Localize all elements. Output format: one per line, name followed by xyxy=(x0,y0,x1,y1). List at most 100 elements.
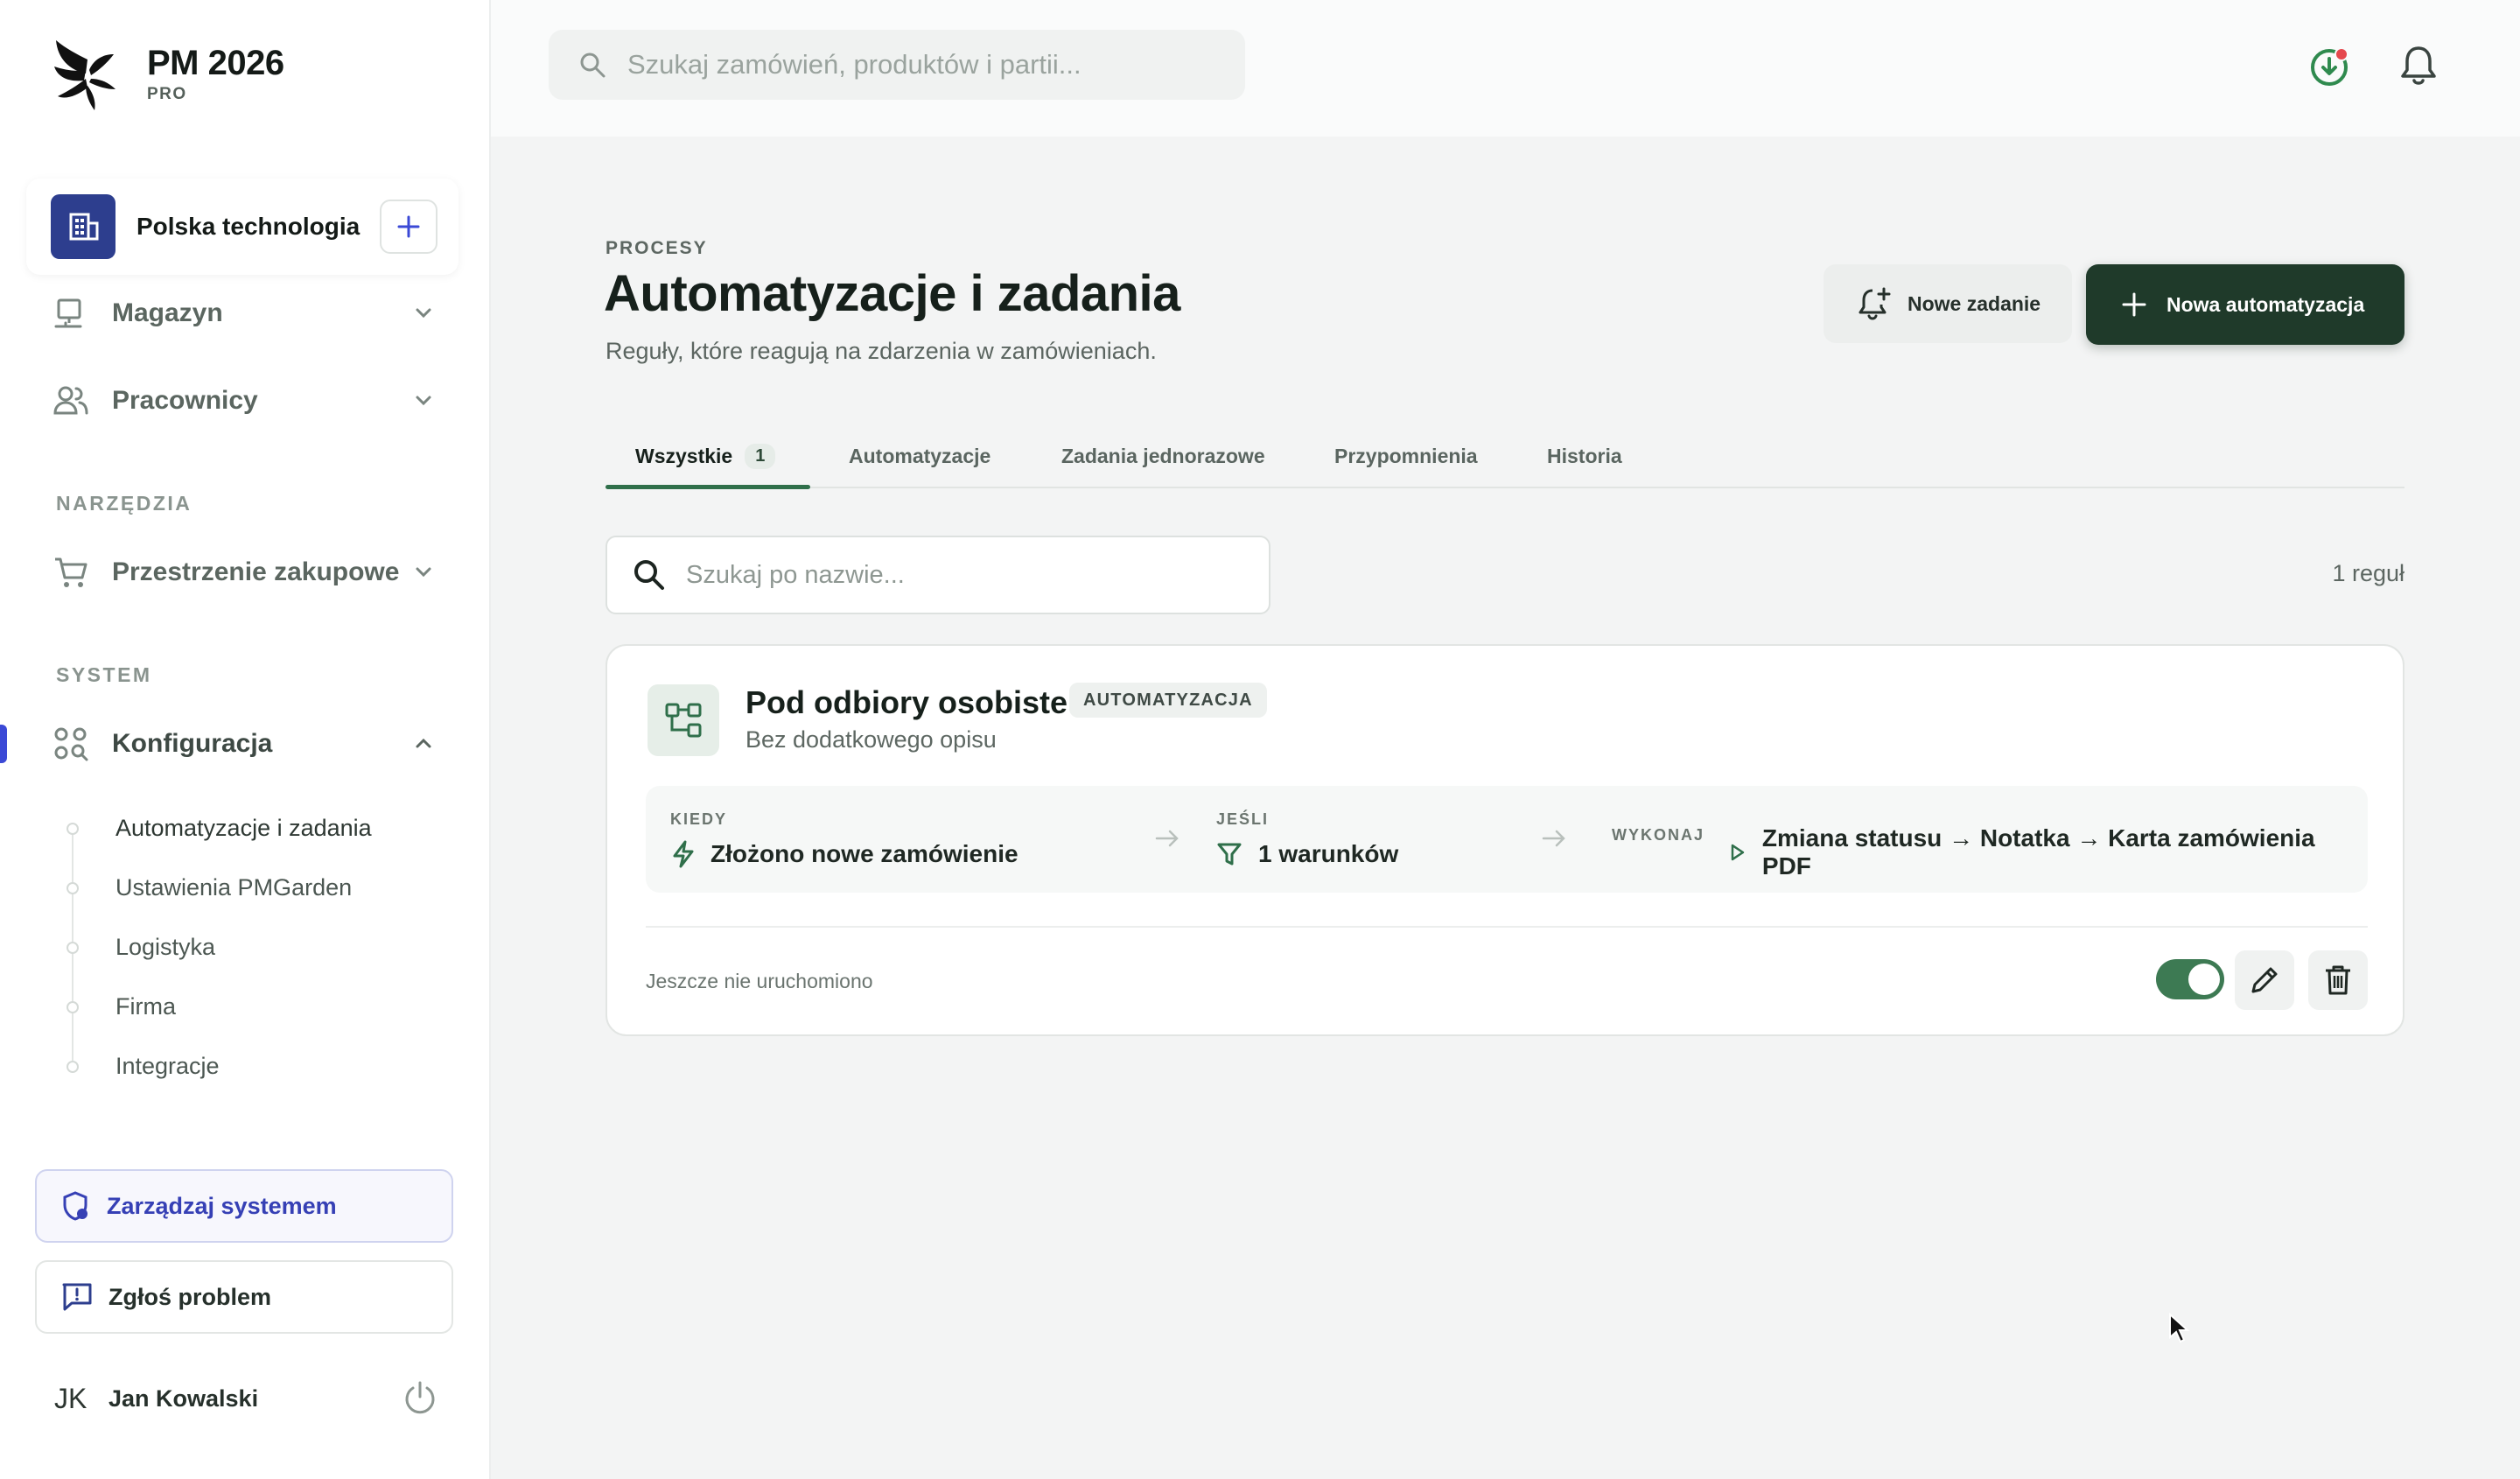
mouse-cursor-icon xyxy=(2169,1313,2189,1343)
sidebar-item-pracownicy[interactable]: Pracownicy xyxy=(52,375,438,427)
sidebar-item-label: Pracownicy xyxy=(112,386,258,415)
bell-icon[interactable] xyxy=(2398,44,2439,88)
new-task-label: Nowe zadanie xyxy=(1908,291,2041,315)
card-divider xyxy=(646,926,2368,928)
tab-historia[interactable]: Historia xyxy=(1547,424,1622,488)
plus-icon xyxy=(2122,292,2146,317)
rule-title: Pod odbiory osobiste xyxy=(746,684,1068,720)
do-value: Zmiana statusu → Notatka → Karta zamówie… xyxy=(1729,824,2368,880)
tab-bar: Wszystkie 1 Automatyzacje Zadania jednor… xyxy=(606,424,2404,489)
subnav-item-firma[interactable]: Firma xyxy=(66,977,439,1036)
subnav-label: Automatyzacje i zadania xyxy=(116,814,372,841)
organization-name: Polska technologia xyxy=(136,213,360,240)
building-icon xyxy=(51,194,116,259)
tab-zadania-jednorazowe[interactable]: Zadania jednorazowe xyxy=(1061,424,1265,488)
rule-count: 1 reguł xyxy=(2332,560,2404,586)
subnav-dot xyxy=(66,942,79,954)
report-icon xyxy=(62,1283,92,1311)
sidebar-item-magazyn[interactable]: Magazyn xyxy=(52,287,438,340)
subnav-dot xyxy=(66,1001,79,1013)
brand-logo xyxy=(54,40,116,110)
rule-search-input[interactable]: Szukaj po nazwie... xyxy=(606,536,1270,614)
global-search-placeholder: Szukaj zamówień, produktów i partii... xyxy=(627,49,1082,80)
download-status-icon[interactable] xyxy=(2307,46,2351,89)
subnav-item-ustawienia[interactable]: Ustawienia PMGarden xyxy=(66,858,439,917)
if-text: 1 warunków xyxy=(1258,840,1399,867)
tab-label: Automatyzacje xyxy=(849,444,991,467)
brand[interactable]: PM 2026 PRO xyxy=(52,35,284,112)
warehouse-icon xyxy=(52,295,89,332)
chevron-down-icon xyxy=(416,308,431,319)
tab-label: Historia xyxy=(1547,444,1622,467)
rule-run-status: Jeszcze nie uruchomiono xyxy=(646,970,873,992)
tab-wszystkie[interactable]: Wszystkie 1 xyxy=(635,424,776,488)
active-tab-underline xyxy=(606,485,810,489)
search-icon xyxy=(580,53,606,78)
subnav-item-integracje[interactable]: Integracje xyxy=(66,1036,439,1096)
grid-search-icon xyxy=(52,725,89,762)
manage-system-button[interactable]: Zarządzaj systemem xyxy=(35,1169,453,1243)
report-problem-button[interactable]: Zgłoś problem xyxy=(35,1260,453,1334)
rule-description: Bez dodatkowego opisu xyxy=(746,726,997,753)
plus-icon xyxy=(397,215,420,238)
subnav-item-logistyka[interactable]: Logistyka xyxy=(66,917,439,977)
brand-name: PM 2026 xyxy=(147,44,284,82)
rule-card[interactable]: Pod odbiory osobiste AUTOMATYZACJA Bez d… xyxy=(606,644,2404,1036)
subnav-label: Logistyka xyxy=(116,933,216,960)
pencil-icon xyxy=(2251,967,2278,993)
subnav-konfiguracja: Automatyzacje i zadania Ustawienia PMGar… xyxy=(66,798,439,1096)
subnav-label: Firma xyxy=(116,992,176,1020)
section-label-tools: NARZĘDZIA xyxy=(56,492,192,515)
subnav-label: Integracje xyxy=(116,1052,220,1079)
sidebar-item-label: Konfiguracja xyxy=(112,729,273,758)
edit-rule-button[interactable] xyxy=(2235,950,2294,1010)
power-icon[interactable] xyxy=(401,1379,439,1418)
cart-icon xyxy=(52,554,89,591)
if-value: 1 warunków xyxy=(1216,840,1398,868)
organization-switcher[interactable]: Polska technologia xyxy=(26,179,458,275)
when-label: KIEDY xyxy=(670,810,728,828)
sidebar: PM 2026 PRO Polska technologia Magazyn P… xyxy=(0,0,491,1479)
new-automation-button[interactable]: Nowa automatyzacja xyxy=(2086,264,2404,345)
do-text: Zmiana statusu → Notatka → Karta zamówie… xyxy=(1761,824,2315,880)
rule-flow: KIEDY Złożono nowe zamówienie JEŚLI 1 wa… xyxy=(646,786,2368,893)
sidebar-item-przestrzenie[interactable]: Przestrzenie zakupowe xyxy=(52,546,438,599)
sidebar-item-label: Przestrzenie zakupowe xyxy=(112,557,400,586)
tab-automatyzacje[interactable]: Automatyzacje xyxy=(849,424,990,488)
when-text: Złożono nowe zamówienie xyxy=(710,840,1018,867)
subnav-dot xyxy=(66,882,79,894)
filter-icon xyxy=(1217,843,1242,866)
page-eyebrow: PROCESY xyxy=(606,238,708,258)
global-search-input[interactable]: Szukaj zamówień, produktów i partii... xyxy=(549,30,1245,100)
page-title: Automatyzacje i zadania xyxy=(604,265,1180,322)
active-indicator xyxy=(0,725,7,763)
users-icon xyxy=(52,382,89,419)
new-task-button[interactable]: Nowe zadanie xyxy=(1824,264,2072,343)
subnav-item-automatyzacje[interactable]: Automatyzacje i zadania xyxy=(66,798,439,858)
subnav-label: Ustawienia PMGarden xyxy=(116,873,353,901)
new-automation-label: Nowa automatyzacja xyxy=(2166,292,2365,316)
sidebar-item-label: Magazyn xyxy=(112,298,223,327)
rule-search-placeholder: Szukaj po nazwie... xyxy=(686,560,905,589)
tab-przypomnienia[interactable]: Przypomnienia xyxy=(1334,424,1478,488)
delete-rule-button[interactable] xyxy=(2308,950,2368,1010)
chevron-down-icon xyxy=(416,396,431,406)
add-organization-button[interactable] xyxy=(380,200,438,254)
tab-count-badge: 1 xyxy=(745,443,776,469)
lightning-icon xyxy=(673,840,694,868)
manage-system-label: Zarządzaj systemem xyxy=(107,1192,337,1219)
search-icon xyxy=(634,560,664,590)
page-subtitle: Reguły, które reagują na zdarzenia w zam… xyxy=(606,338,1157,364)
subnav-dot xyxy=(66,1061,79,1073)
bell-plus-icon xyxy=(1858,287,1891,320)
play-icon xyxy=(1731,844,1745,861)
sidebar-item-konfiguracja[interactable]: Konfiguracja xyxy=(52,718,438,770)
user-profile: JK Jan Kowalski xyxy=(54,1372,439,1425)
rule-enabled-toggle[interactable] xyxy=(2156,959,2224,999)
arrow-right-icon xyxy=(1542,830,1565,847)
shield-settings-icon xyxy=(63,1191,88,1221)
topbar: Szukaj zamówień, produktów i partii... xyxy=(491,0,2520,137)
report-problem-label: Zgłoś problem xyxy=(108,1283,272,1310)
workflow-icon xyxy=(648,684,719,756)
rule-type-badge: AUTOMATYZACJA xyxy=(1069,683,1267,718)
